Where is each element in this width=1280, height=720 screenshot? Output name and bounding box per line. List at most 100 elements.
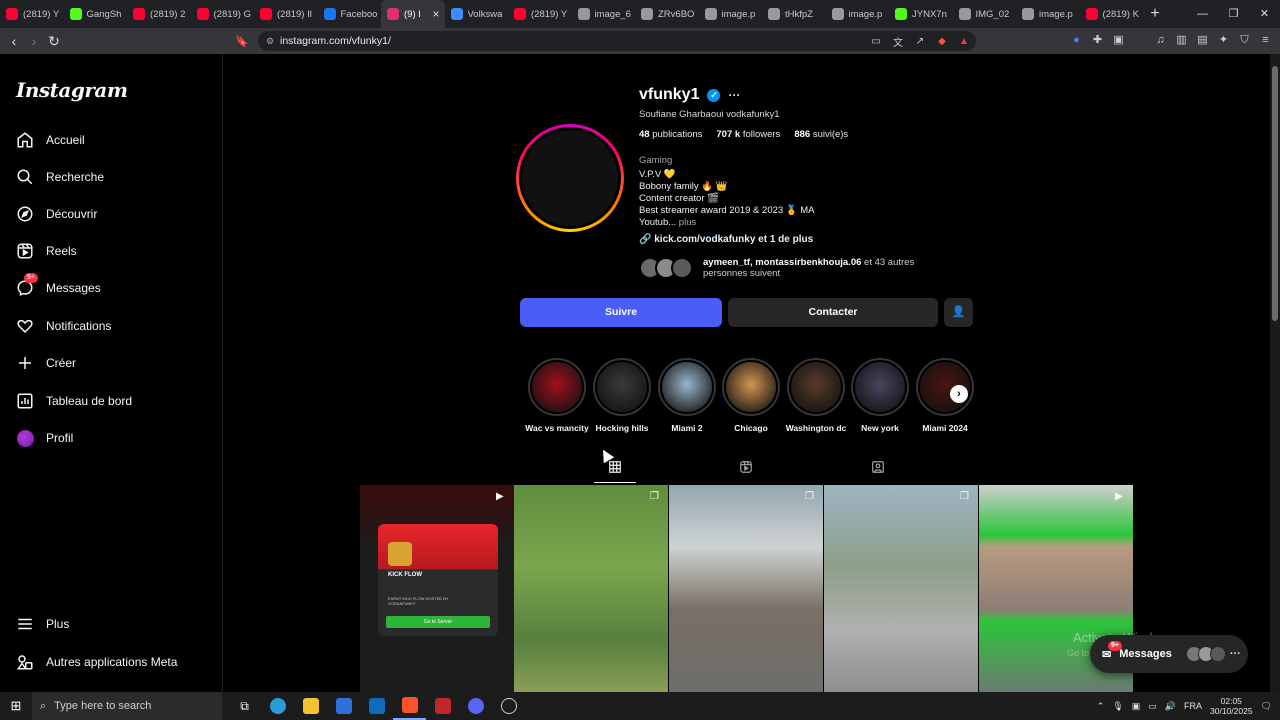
outlook-icon[interactable] <box>360 692 393 720</box>
browser-tab[interactable]: (9) I × <box>381 0 445 28</box>
browser-tab[interactable]: GangSh <box>64 0 128 28</box>
browser-tab[interactable]: Faceboo <box>318 0 382 28</box>
bio-more-link[interactable]: plus <box>679 217 696 228</box>
browser-tab[interactable]: tHkfpZ <box>762 0 826 28</box>
tray-app-icon[interactable]: ▣ <box>1132 701 1141 712</box>
more-options-icon[interactable]: ··· <box>1230 648 1241 660</box>
more-options-icon[interactable]: ··· <box>728 88 740 102</box>
scrollbar-thumb[interactable] <box>1272 66 1278 321</box>
browser-tab[interactable]: image.p <box>826 0 890 28</box>
highlights-next-button[interactable]: › <box>950 385 968 403</box>
post-thumbnail[interactable]: ❐ <box>824 485 978 692</box>
cast-icon[interactable]: ▭ <box>868 36 884 47</box>
contact-button[interactable]: Contacter <box>728 298 938 327</box>
clock[interactable]: 02:05 30/10/2025 <box>1210 696 1253 716</box>
reload-icon[interactable]: ↻ <box>44 33 64 50</box>
address-bar[interactable]: ⚙ instagram.com/vfunky1/ ▭ 文 ↗ ◆ ▲ <box>258 31 976 51</box>
browser-tab[interactable]: image_6 <box>572 0 636 28</box>
posts-count[interactable]: 48 publications <box>639 129 702 140</box>
browser-tab[interactable]: IMG_02 <box>953 0 1017 28</box>
instagram-logo[interactable]: Instagram <box>16 78 128 102</box>
story-highlight[interactable]: New york <box>850 358 910 433</box>
windows-start-icon[interactable]: ⊞ <box>0 698 32 714</box>
maximize-icon[interactable]: ❐ <box>1218 0 1249 28</box>
leo-icon[interactable]: ✦ <box>1215 32 1232 49</box>
profile-picture-story-ring[interactable] <box>516 124 624 232</box>
brave-shield-icon[interactable]: ◆ <box>934 36 950 47</box>
tab-reels[interactable] <box>738 459 754 475</box>
sidebar-item-notifications[interactable]: Notifications <box>16 315 111 337</box>
microphone-icon[interactable]: 🎙 <box>1112 701 1123 712</box>
sidebar-item-meta-apps[interactable]: Autres applications Meta <box>16 651 177 673</box>
profile-link[interactable]: 🔗 kick.com/vodkafunky et 1 de plus <box>639 234 813 245</box>
sidebar-toggle-icon[interactable]: ▥ <box>1173 32 1190 49</box>
browser-tab[interactable]: (2819) Y <box>0 0 64 28</box>
story-highlight[interactable]: Wac vs mancity <box>525 358 589 433</box>
messages-pill[interactable]: ✉ 9+ Messages ··· <box>1090 635 1248 673</box>
post-thumbnail[interactable]: ❐ <box>514 485 668 692</box>
screenshot-icon[interactable]: ▣ <box>1110 32 1127 49</box>
sidebar-item-accueil[interactable]: Accueil <box>16 129 85 151</box>
followed-by[interactable]: aymeen_tf, montassirbenkhouja.06 et 43 a… <box>639 257 959 279</box>
tab-posts[interactable] <box>607 459 623 475</box>
browser-tab[interactable]: image.p <box>699 0 763 28</box>
sidebar-item-profil[interactable]: Profil <box>16 427 73 449</box>
volume-icon[interactable]: 🔊 <box>1165 701 1176 712</box>
store-icon[interactable] <box>327 692 360 720</box>
menu-icon[interactable]: ≡ <box>1257 32 1274 49</box>
chevron-up-icon[interactable]: ⌃ <box>1097 701 1105 712</box>
task-view-icon[interactable]: ⧉ <box>228 692 261 720</box>
close-tab-icon[interactable]: × <box>432 7 439 21</box>
sidebar-item-plus[interactable]: Plus <box>16 613 69 635</box>
vpn-icon[interactable]: ⛉ <box>1236 32 1253 49</box>
browser-tab[interactable]: (2819) Il <box>254 0 318 28</box>
notification-center-icon[interactable]: 🗨 <box>1261 701 1272 712</box>
browser-tab[interactable]: (2819) K <box>1080 0 1144 28</box>
share-icon[interactable]: ↗ <box>912 36 928 47</box>
site-info-icon[interactable]: ⚙ <box>266 36 280 47</box>
page-scrollbar[interactable] <box>1270 54 1280 692</box>
browser-tab[interactable]: (2819) 2 <box>127 0 191 28</box>
translate-icon[interactable]: 文 <box>890 34 906 49</box>
sidebar-item-tableau-de-bord[interactable]: Tableau de bord <box>16 390 132 412</box>
network-icon[interactable]: ▭ <box>1148 701 1157 712</box>
sidebar-item-decouvrir[interactable]: Découvrir <box>16 203 97 225</box>
follow-button[interactable]: Suivre <box>520 298 722 327</box>
sidebar-item-messages[interactable]: 9+ Messages <box>16 273 101 299</box>
wallet-icon[interactable]: ▤ <box>1194 32 1211 49</box>
tab-tagged[interactable] <box>870 459 886 475</box>
brave-icon[interactable] <box>393 692 426 720</box>
browser-tab[interactable]: JYNX7n <box>889 0 953 28</box>
browser-tab[interactable]: image.p <box>1016 0 1080 28</box>
story-highlight[interactable]: Chicago <box>721 358 781 433</box>
keyboard-language[interactable]: FRA <box>1184 701 1202 711</box>
brave-rewards-icon[interactable]: ▲ <box>956 36 972 47</box>
app-icon[interactable] <box>426 692 459 720</box>
file-explorer-icon[interactable] <box>294 692 327 720</box>
minimize-icon[interactable]: — <box>1187 0 1218 28</box>
app-icon[interactable] <box>492 692 525 720</box>
taskbar-search[interactable]: ⌕ Type here to search <box>32 692 222 720</box>
sidebar-item-reels[interactable]: Reels <box>16 240 77 262</box>
browser-tab[interactable]: (2819) G <box>191 0 255 28</box>
sidebar-item-recherche[interactable]: Recherche <box>16 166 104 188</box>
browser-tab[interactable]: Volkswa <box>445 0 509 28</box>
back-icon[interactable]: ‹ <box>4 33 24 49</box>
forward-icon[interactable]: › <box>24 33 44 49</box>
story-highlight[interactable]: Miami 2 <box>657 358 717 433</box>
puzzle-icon[interactable]: ✚ <box>1089 32 1106 49</box>
suggested-users-button[interactable]: 👤 <box>944 298 973 327</box>
story-highlight[interactable]: Hocking hills <box>592 358 652 433</box>
close-window-icon[interactable]: ✕ <box>1249 0 1280 28</box>
bookmark-icon[interactable]: 🔖 <box>232 35 252 48</box>
followers-count[interactable]: 707 k followers <box>716 129 780 140</box>
browser-tab[interactable]: (2819) Y <box>508 0 572 28</box>
discord-icon[interactable] <box>459 692 492 720</box>
browser-tab[interactable]: ZRv6BO <box>635 0 699 28</box>
edge-icon[interactable] <box>261 692 294 720</box>
new-tab-button[interactable]: + <box>1143 5 1167 23</box>
story-highlight[interactable]: Washington dc <box>786 358 846 433</box>
extension-icon[interactable]: ● <box>1068 32 1085 49</box>
following-count[interactable]: 886 suivi(e)s <box>794 129 848 140</box>
media-icon[interactable]: ♫ <box>1152 32 1169 49</box>
